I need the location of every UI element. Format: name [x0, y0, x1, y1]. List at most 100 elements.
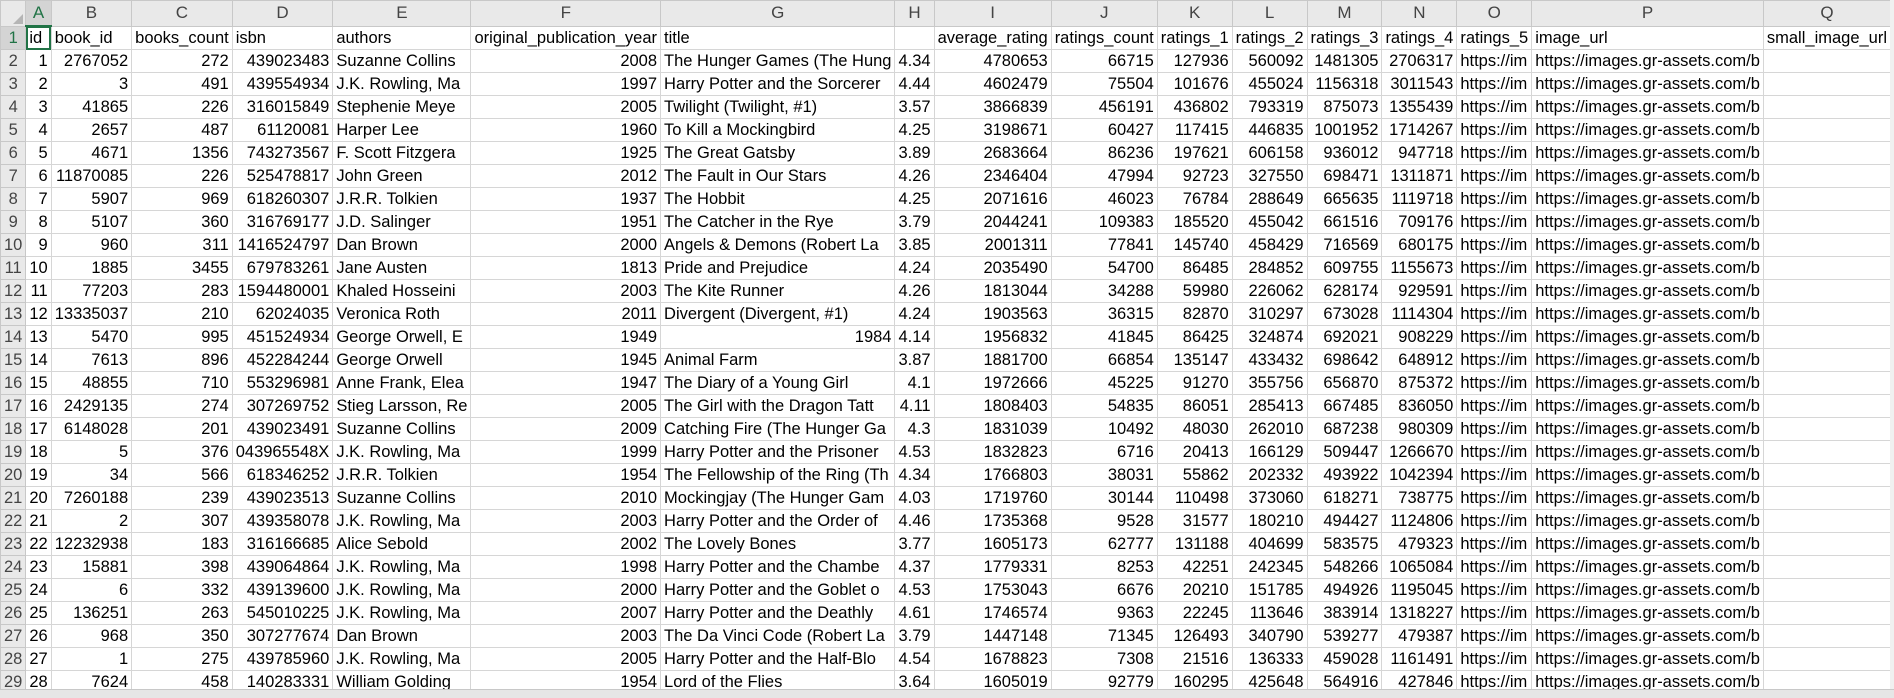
cell[interactable]: 62024035 — [231, 302, 334, 326]
cell[interactable]: 350 — [131, 624, 233, 648]
cell[interactable]: John Green — [332, 164, 472, 188]
column-header-L[interactable]: L — [1231, 0, 1308, 27]
cell[interactable]: 373060 — [1231, 486, 1308, 510]
cell[interactable]: 10492 — [1050, 417, 1158, 441]
cell[interactable]: The Diary of a Young Girl — [660, 371, 896, 395]
cell[interactable]: 1042394 — [1381, 463, 1458, 487]
cell[interactable]: 285413 — [1231, 394, 1308, 418]
cell[interactable]: Harry Potter and the Prisoner — [660, 440, 896, 464]
header-cell[interactable]: average_rating — [933, 25, 1052, 50]
cell[interactable]: 1831039 — [933, 417, 1052, 441]
cell[interactable]: https://images.gr-assets.com/b — [1531, 417, 1764, 441]
cell[interactable]: 4.24 — [894, 302, 935, 326]
cell[interactable]: Stephenie Meye — [332, 95, 472, 119]
cell[interactable]: 2002 — [470, 532, 662, 556]
cell[interactable]: 3.89 — [894, 141, 935, 165]
cell[interactable]: 4.14 — [894, 325, 935, 349]
cell[interactable]: 648912 — [1381, 348, 1458, 372]
cell[interactable]: 30144 — [1050, 486, 1158, 510]
cell[interactable]: https://images.gr-assets.com/b — [1531, 210, 1764, 234]
cell[interactable]: J.K. Rowling, Ma — [332, 509, 472, 533]
cell[interactable]: 41865 — [50, 95, 133, 119]
cell[interactable]: 332 — [131, 578, 233, 602]
cell[interactable]: https://im — [1456, 555, 1533, 579]
cell[interactable]: The Great Gatsby — [660, 141, 896, 165]
cell[interactable]: https://im — [1456, 348, 1533, 372]
cell[interactable]: 5470 — [50, 325, 133, 349]
cell[interactable]: 310297 — [1231, 302, 1308, 326]
cell[interactable]: 14 — [25, 348, 52, 372]
cell[interactable]: 21516 — [1156, 647, 1233, 671]
cell[interactable]: 226 — [131, 164, 233, 188]
cell[interactable]: 995 — [131, 325, 233, 349]
cell[interactable]: https://images.gr-assets.com/b — [1531, 279, 1764, 303]
cell[interactable]: 9528 — [1050, 509, 1158, 533]
cell[interactable]: 446835 — [1231, 118, 1308, 142]
column-header-G[interactable]: G — [660, 0, 896, 27]
cell[interactable]: 210 — [131, 302, 233, 326]
cell[interactable]: https://im — [1456, 302, 1533, 326]
cell[interactable]: 4.1 — [894, 371, 935, 395]
cell[interactable] — [1762, 95, 1892, 119]
cell[interactable] — [1762, 624, 1892, 648]
cell[interactable] — [1762, 233, 1892, 257]
cell[interactable]: 92723 — [1156, 164, 1233, 188]
cell[interactable] — [1762, 601, 1892, 625]
cell[interactable]: 2003 — [470, 279, 662, 303]
cell[interactable]: 197621 — [1156, 141, 1233, 165]
cell[interactable]: 1355439 — [1381, 95, 1458, 119]
cell[interactable]: 61120081 — [231, 118, 334, 142]
cell[interactable] — [1762, 325, 1892, 349]
cell[interactable]: 1119718 — [1381, 187, 1458, 211]
cell[interactable]: 673028 — [1306, 302, 1383, 326]
cell[interactable]: 136251 — [50, 601, 133, 625]
select-all-corner[interactable] — [0, 0, 27, 27]
row-header[interactable]: 25 — [0, 578, 27, 602]
cell[interactable]: 1155673 — [1381, 256, 1458, 280]
header-cell[interactable]: authors — [332, 25, 472, 50]
cell[interactable]: J.K. Rowling, Ma — [332, 72, 472, 96]
cell[interactable]: 692021 — [1306, 325, 1383, 349]
cell[interactable]: 6716 — [1050, 440, 1158, 464]
column-header-M[interactable]: M — [1306, 0, 1383, 27]
cell[interactable]: 456191 — [1050, 95, 1158, 119]
cell[interactable]: Harry Potter and the Goblet o — [660, 578, 896, 602]
cell[interactable]: 15 — [25, 371, 52, 395]
cell[interactable]: https://im — [1456, 325, 1533, 349]
cell[interactable]: 263 — [131, 601, 233, 625]
cell[interactable]: 618346252 — [231, 463, 334, 487]
cell[interactable]: 2005 — [470, 95, 662, 119]
cell[interactable]: 151785 — [1231, 578, 1308, 602]
cell[interactable]: George Orwell, E — [332, 325, 472, 349]
cell[interactable]: 180210 — [1231, 509, 1308, 533]
cell[interactable] — [1762, 256, 1892, 280]
cell[interactable]: 947718 — [1381, 141, 1458, 165]
cell[interactable]: https://images.gr-assets.com/b — [1531, 509, 1764, 533]
cell[interactable]: 22245 — [1156, 601, 1233, 625]
cell[interactable]: Alice Sebold — [332, 532, 472, 556]
cell[interactable]: 743273567 — [231, 141, 334, 165]
row-header[interactable]: 26 — [0, 601, 27, 625]
cell[interactable]: https://im — [1456, 72, 1533, 96]
cell[interactable]: 2044241 — [933, 210, 1052, 234]
cell[interactable] — [1762, 417, 1892, 441]
cell[interactable]: 82870 — [1156, 302, 1233, 326]
cell[interactable]: 185520 — [1156, 210, 1233, 234]
cell[interactable]: Suzanne Collins — [332, 417, 472, 441]
cell[interactable] — [1762, 302, 1892, 326]
cell[interactable]: 3.87 — [894, 348, 935, 372]
cell[interactable]: 1813044 — [933, 279, 1052, 303]
row-header[interactable]: 14 — [0, 325, 27, 349]
cell[interactable]: 2767052 — [50, 49, 133, 73]
cell[interactable]: 1735368 — [933, 509, 1052, 533]
cell[interactable]: Catching Fire (The Hunger Ga — [660, 417, 896, 441]
cell[interactable]: Divergent (Divergent, #1) — [660, 302, 896, 326]
cell[interactable]: 539277 — [1306, 624, 1383, 648]
cell[interactable]: 1925 — [470, 141, 662, 165]
cell[interactable]: 679783261 — [231, 256, 334, 280]
cell[interactable]: 4.61 — [894, 601, 935, 625]
cell[interactable]: 4.53 — [894, 440, 935, 464]
cell[interactable]: 452284244 — [231, 348, 334, 372]
cell[interactable]: 355756 — [1231, 371, 1308, 395]
cell[interactable]: 716569 — [1306, 233, 1383, 257]
